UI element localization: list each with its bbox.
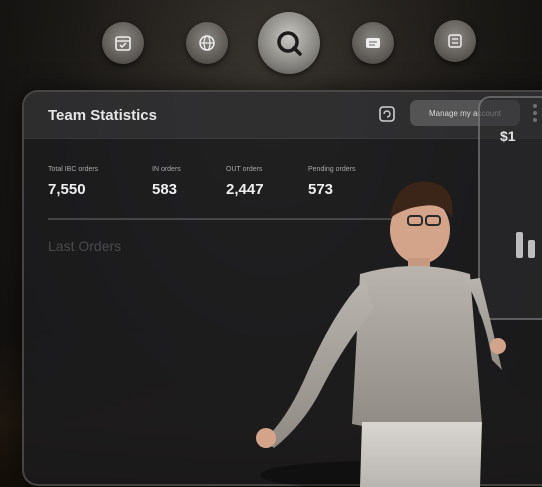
last-orders-heading: Last Orders (48, 238, 122, 254)
refresh-icon[interactable] (376, 103, 398, 125)
stat-in: IN orders 583 (152, 166, 181, 198)
dock-globe-button[interactable] (186, 22, 228, 64)
settings-icon (448, 34, 462, 48)
dock-search-button[interactable] (258, 12, 320, 74)
panel-header: Team Statistics Manage my account (24, 92, 542, 139)
dock-chat-button[interactable] (352, 22, 394, 64)
side-bar (528, 240, 535, 258)
dock-calendar-button[interactable] (102, 22, 144, 64)
presenter-person (256, 181, 506, 487)
search-icon (277, 31, 302, 56)
chat-icon (366, 38, 380, 48)
stat-value: 7,550 (48, 181, 86, 198)
app-dock (0, 12, 542, 74)
calendar-icon (115, 36, 131, 51)
panel-title: Team Statistics (48, 107, 157, 124)
globe-icon (199, 35, 215, 51)
dock-settings-button[interactable] (434, 20, 476, 62)
stat-total: Total IBC orders 7,550 (48, 166, 98, 198)
vr-scene: Team Statistics Manage my account Total … (0, 0, 542, 487)
stat-label: Total IBC orders (48, 166, 99, 173)
stat-value: 583 (152, 181, 178, 198)
side-value: $1 (500, 128, 516, 144)
stat-label: IN orders (152, 166, 181, 173)
